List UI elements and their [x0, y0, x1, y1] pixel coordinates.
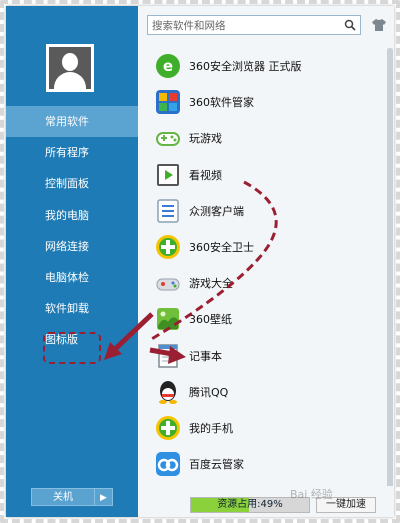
app-label: 腾讯QQ	[189, 385, 229, 399]
qq-icon	[159, 380, 177, 404]
360-software-manager-icon	[156, 90, 180, 115]
app-label: 360安全卫士	[189, 241, 254, 255]
game-collection-icon	[156, 278, 180, 291]
search-icon[interactable]	[344, 19, 356, 31]
app-label: 玩游戏	[189, 132, 222, 146]
shutdown-options-arrow-icon[interactable]: ▶	[95, 488, 113, 506]
shutdown-button[interactable]: 关机	[31, 488, 95, 506]
app-item-baidu-cloud[interactable]: 百度云管家	[155, 446, 385, 482]
annotation-highlight-box	[43, 332, 101, 364]
avatar-body	[54, 72, 86, 89]
sidebar-item-control-panel[interactable]: 控制面板	[6, 168, 138, 199]
checklist-icon	[157, 199, 179, 223]
app-item-my-phone[interactable]: 我的手机	[155, 410, 385, 446]
sidebar-menu: 常用软件 所有程序 控制面板 我的电脑 网络连接 电脑体检 软件卸载 图标版	[6, 106, 138, 356]
baidu-cloud-icon	[156, 452, 180, 477]
app-label: 看视频	[189, 168, 222, 182]
app-label: 记事本	[189, 349, 222, 363]
app-item-360-browser[interactable]: e 360安全浏览器 正式版	[155, 48, 385, 84]
search-input[interactable]: 搜索软件和网络	[152, 18, 344, 33]
my-phone-icon	[156, 415, 180, 440]
wallpaper-icon	[157, 308, 179, 331]
avatar-head	[62, 53, 78, 71]
app-item-360-wallpaper[interactable]: 360壁纸	[155, 301, 385, 337]
sidebar-item-checkup[interactable]: 电脑体检	[6, 262, 138, 293]
watermark: Bai 经验	[290, 488, 333, 501]
sidebar-item-all-programs[interactable]: 所有程序	[6, 137, 138, 168]
app-label: 360壁纸	[189, 313, 232, 327]
app-list: e 360安全浏览器 正式版 360软件管家 玩游戏 看视频 众测客户端 360…	[155, 48, 385, 482]
search-box[interactable]: 搜索软件和网络	[147, 15, 361, 35]
app-label: 360安全浏览器 正式版	[189, 60, 302, 74]
app-item-360-security[interactable]: 360安全卫士	[155, 229, 385, 265]
app-item-game-collection[interactable]: 游戏大全	[155, 265, 385, 301]
start-menu-window: 常用软件 所有程序 控制面板 我的电脑 网络连接 电脑体检 软件卸载 图标版 关…	[6, 6, 394, 517]
app-label: 众测客户端	[189, 204, 244, 218]
app-item-tencent-qq[interactable]: 腾讯QQ	[155, 374, 385, 410]
software-panel: 搜索软件和网络 e 360安全浏览器 正式版 360软件管家 玩游戏 看视频 众…	[138, 6, 394, 517]
app-label: 百度云管家	[189, 458, 244, 472]
sidebar-item-network[interactable]: 网络连接	[6, 231, 138, 262]
svg-text:e: e	[163, 57, 173, 75]
sidebar-item-uninstall[interactable]: 软件卸载	[6, 293, 138, 324]
app-item-360-software-manager[interactable]: 360软件管家	[155, 84, 385, 120]
app-item-play-games[interactable]: 玩游戏	[155, 120, 385, 156]
user-avatar[interactable]	[46, 44, 94, 92]
360-browser-icon: e	[156, 54, 180, 79]
sidebar-item-my-computer[interactable]: 我的电脑	[6, 200, 138, 231]
video-icon	[157, 163, 179, 186]
app-item-notepad[interactable]: 记事本	[155, 338, 385, 374]
sidebar-item-common-software[interactable]: 常用软件	[6, 106, 138, 138]
gamepad-icon	[156, 132, 180, 147]
shutdown-group: 关机 ▶	[31, 488, 113, 506]
app-item-watch-video[interactable]: 看视频	[155, 157, 385, 193]
app-label: 360软件管家	[189, 96, 254, 110]
tshirt-skin-icon[interactable]	[371, 17, 387, 33]
app-label: 游戏大全	[189, 277, 233, 291]
app-list-scrollbar[interactable]	[387, 48, 393, 496]
app-label: 我的手机	[189, 421, 233, 435]
scroll-thumb[interactable]	[387, 48, 393, 496]
notepad-icon	[158, 343, 178, 368]
sidebar: 常用软件 所有程序 控制面板 我的电脑 网络连接 电脑体检 软件卸载 图标版 关…	[6, 6, 138, 517]
app-item-crowd-test[interactable]: 众测客户端	[155, 193, 385, 229]
360-security-icon	[156, 235, 180, 260]
